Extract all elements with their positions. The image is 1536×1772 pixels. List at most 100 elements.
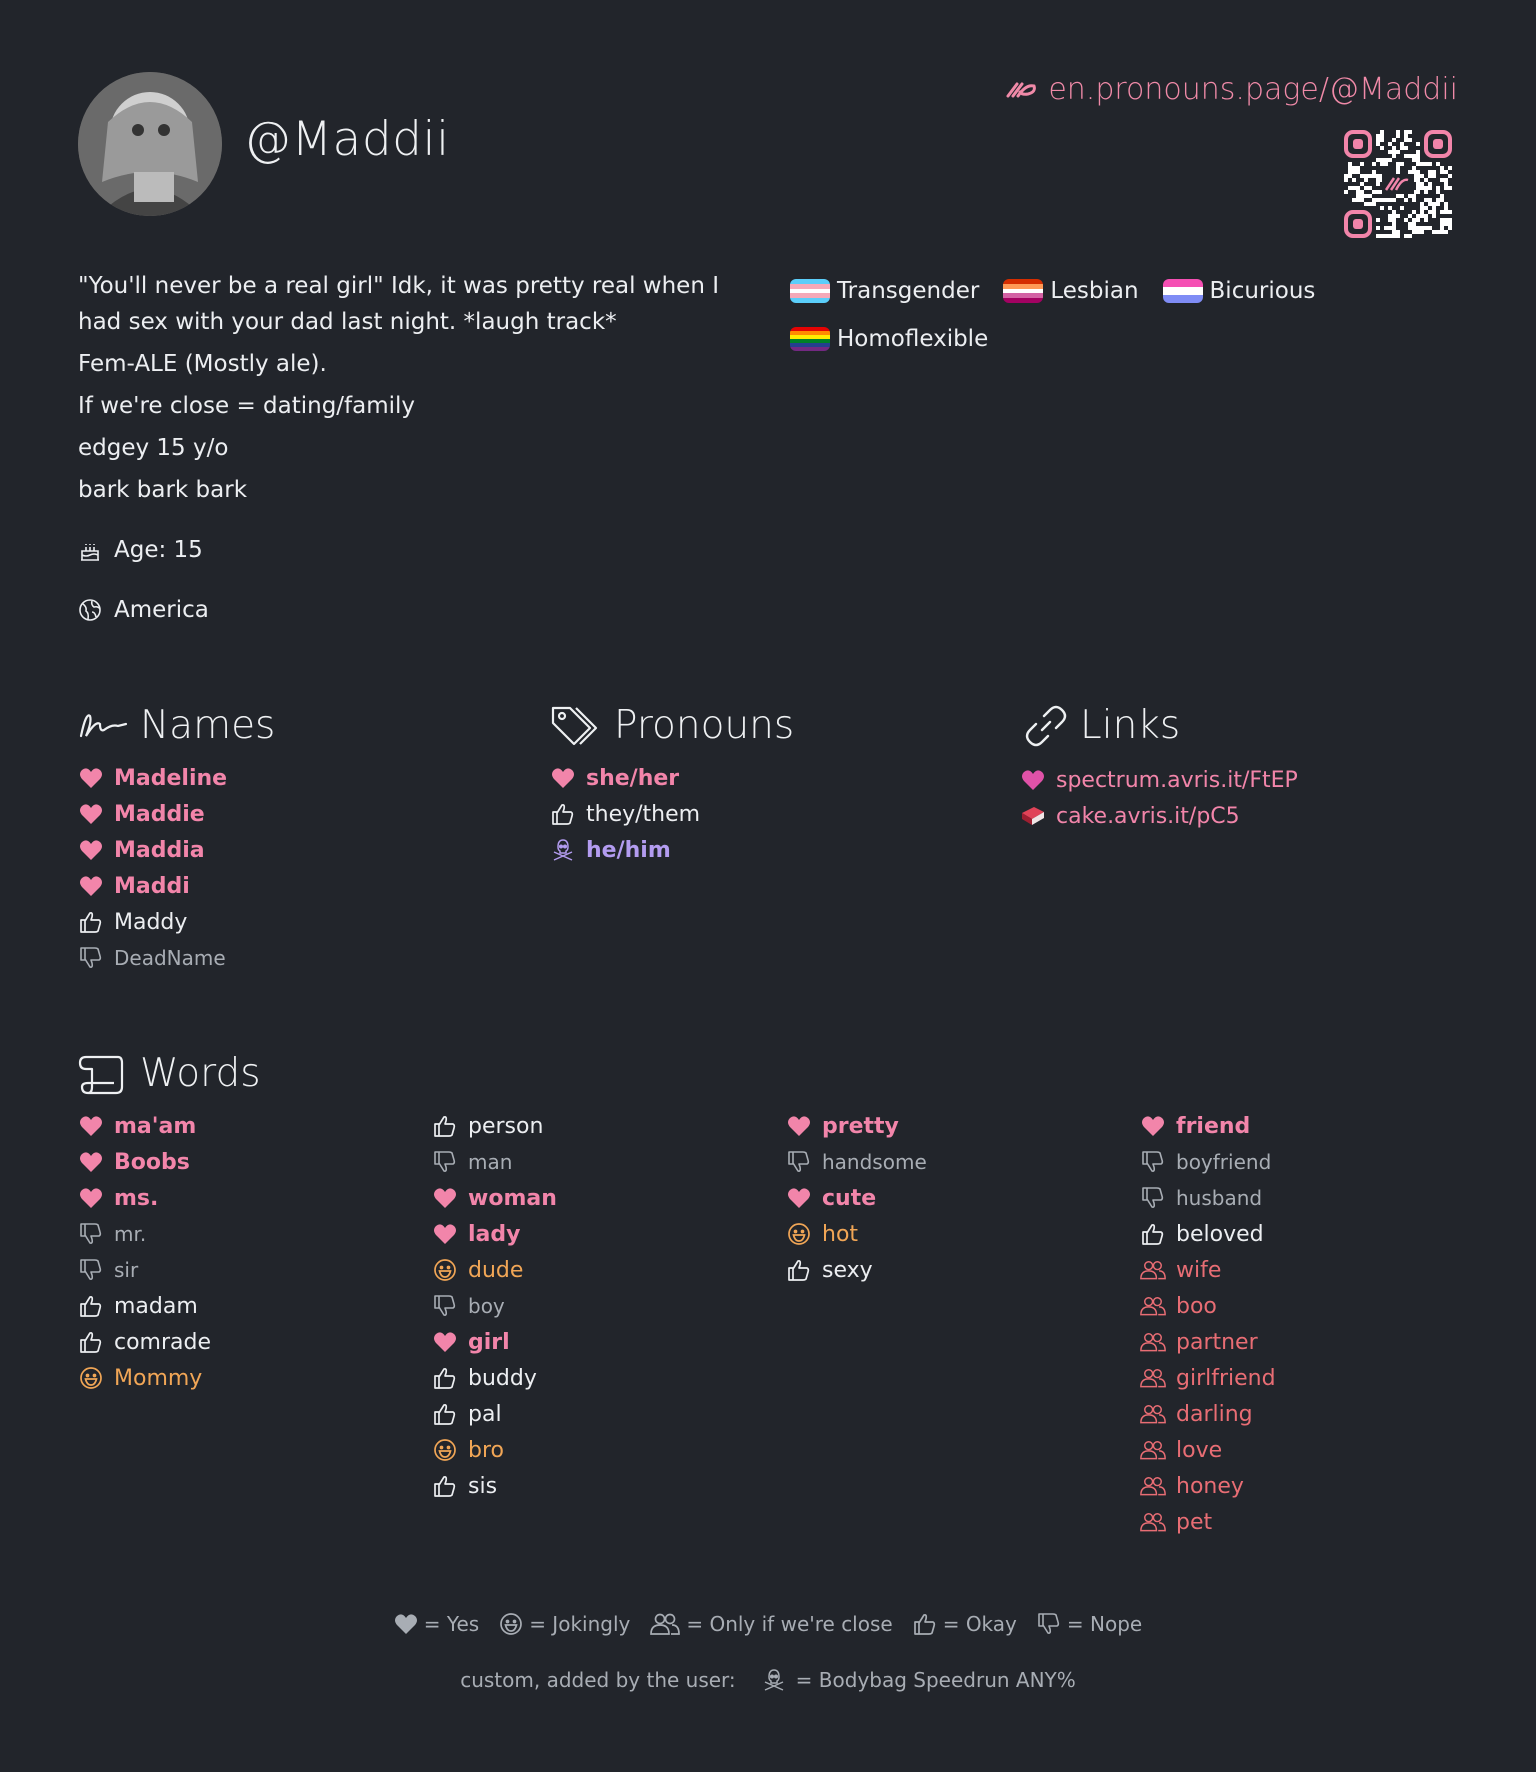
flag-item[interactable]: Lesbian [1003,274,1139,308]
grin-icon [786,1221,812,1247]
list-item[interactable]: sis [432,1468,557,1504]
bio-line: edgey 15 y/o [78,435,229,461]
list-item[interactable]: Maddie [78,796,227,832]
thumbs-up-icon [78,1293,104,1319]
bio-line: bark bark bark [78,477,248,503]
heart-icon [432,1185,458,1211]
list-item[interactable]: she/her [550,760,700,796]
list-item[interactable]: beloved [1140,1216,1276,1252]
list-item[interactable]: Maddi [78,868,227,904]
flag-icon [790,279,830,303]
link-item[interactable]: cake.avris.it/pC5 [1020,798,1298,834]
people-icon [1140,1365,1166,1391]
list-item[interactable]: Boobs [78,1144,211,1180]
flag-item[interactable]: Transgender [790,274,979,308]
list-item[interactable]: love [1140,1432,1276,1468]
flag-item[interactable]: Bicurious [1162,274,1315,308]
list-item[interactable]: sexy [786,1252,927,1288]
list-item-label: Mommy [114,1365,203,1391]
heart-icon [1020,767,1046,793]
location-row: America [78,594,209,626]
list-item[interactable]: hot [786,1216,927,1252]
heart-icon [78,1113,104,1139]
people-icon [650,1612,681,1636]
list-item[interactable]: boy [432,1288,557,1324]
list-item[interactable]: darling [1140,1396,1276,1432]
list-item[interactable]: pet [1140,1504,1276,1540]
profile-link[interactable]: en.pronouns.page/@Maddii [1004,70,1458,110]
thumbs-up-icon [432,1365,458,1391]
thumbs-down-icon [1140,1185,1166,1211]
list-item[interactable]: husband [1140,1180,1276,1216]
list-item[interactable]: they/them [550,796,700,832]
list-item-label: love [1176,1437,1223,1463]
pronouns-page-logo-icon [1004,79,1038,101]
list-item-label: pet [1176,1509,1213,1535]
list-item[interactable]: Madeline [78,760,227,796]
list-item[interactable]: girlfriend [1140,1360,1276,1396]
flag-icon [1162,279,1203,303]
list-item-label: ms. [114,1185,159,1211]
list-item[interactable]: pretty [786,1108,927,1144]
list-item[interactable]: Mommy [78,1360,211,1396]
legend-close-text: = Only if we're close [686,1612,893,1636]
list-item[interactable]: pal [432,1396,557,1432]
list-item-label: Maddi [114,873,190,899]
heart-icon [786,1185,812,1211]
flag-icon [790,327,830,351]
list-item[interactable]: woman [432,1180,557,1216]
list-item[interactable]: partner [1140,1324,1276,1360]
custom-legend-text: = Bodybag Speedrun ANY% [795,1668,1076,1692]
list-item[interactable]: DeadName [78,940,227,976]
list-item[interactable]: comrade [78,1324,211,1360]
people-icon [1140,1473,1166,1499]
list-item[interactable]: girl [432,1324,557,1360]
list-item[interactable]: Maddia [78,832,227,868]
flag-icon [1003,279,1044,303]
words-heading: Words [78,1048,261,1100]
thumbs-up-icon [432,1113,458,1139]
thumbs-up-icon [78,1329,104,1355]
list-item-label: lady [468,1221,521,1247]
list-item[interactable]: man [432,1144,557,1180]
list-item-label: wife [1176,1257,1222,1283]
custom-legend: custom, added by the user: = Bodybag Spe… [0,1668,1536,1692]
list-item[interactable]: madam [78,1288,211,1324]
thumbs-down-icon [78,945,104,971]
words-column-1: ma'am Boobs ms. mr. sir madam comrade Mommy [78,1108,211,1396]
pronouns-title: Pronouns [614,703,795,748]
list-item[interactable]: wife [1140,1252,1276,1288]
thumbs-down-icon [78,1221,104,1247]
list-item[interactable]: boo [1140,1288,1276,1324]
flag-item[interactable]: Homoflexible [790,322,988,356]
list-item-label: husband [1176,1186,1263,1210]
list-item[interactable]: handsome [786,1144,927,1180]
list-item[interactable]: cute [786,1180,927,1216]
list-item[interactable]: ms. [78,1180,211,1216]
list-item[interactable]: lady [432,1216,557,1252]
thumbs-up-icon [786,1257,812,1283]
list-item[interactable]: dude [432,1252,557,1288]
thumbs-up-icon [432,1473,458,1499]
link-item[interactable]: spectrum.avris.it/FtEP [1020,762,1298,798]
grin-icon [499,1612,523,1636]
list-item-label: ma'am [114,1113,197,1139]
list-item[interactable]: sir [78,1252,211,1288]
list-item[interactable]: buddy [432,1360,557,1396]
thumbs-up-icon [78,909,104,935]
list-item[interactable]: ma'am [78,1108,211,1144]
list-item[interactable]: he/him [550,832,700,868]
age-row: Age: 15 [78,534,203,566]
list-item[interactable]: person [432,1108,557,1144]
list-item[interactable]: Maddy [78,904,227,940]
list-item[interactable]: bro [432,1432,557,1468]
list-item-label: mr. [114,1222,147,1246]
list-item[interactable]: honey [1140,1468,1276,1504]
names-list: Madeline Maddie Maddia Maddi Maddy DeadName [78,760,227,976]
avatar [78,72,222,216]
list-item[interactable]: friend [1140,1108,1276,1144]
list-item[interactable]: boyfriend [1140,1144,1276,1180]
list-item[interactable]: mr. [78,1216,211,1252]
list-item-label: pal [468,1401,502,1427]
heart-icon [78,801,104,827]
